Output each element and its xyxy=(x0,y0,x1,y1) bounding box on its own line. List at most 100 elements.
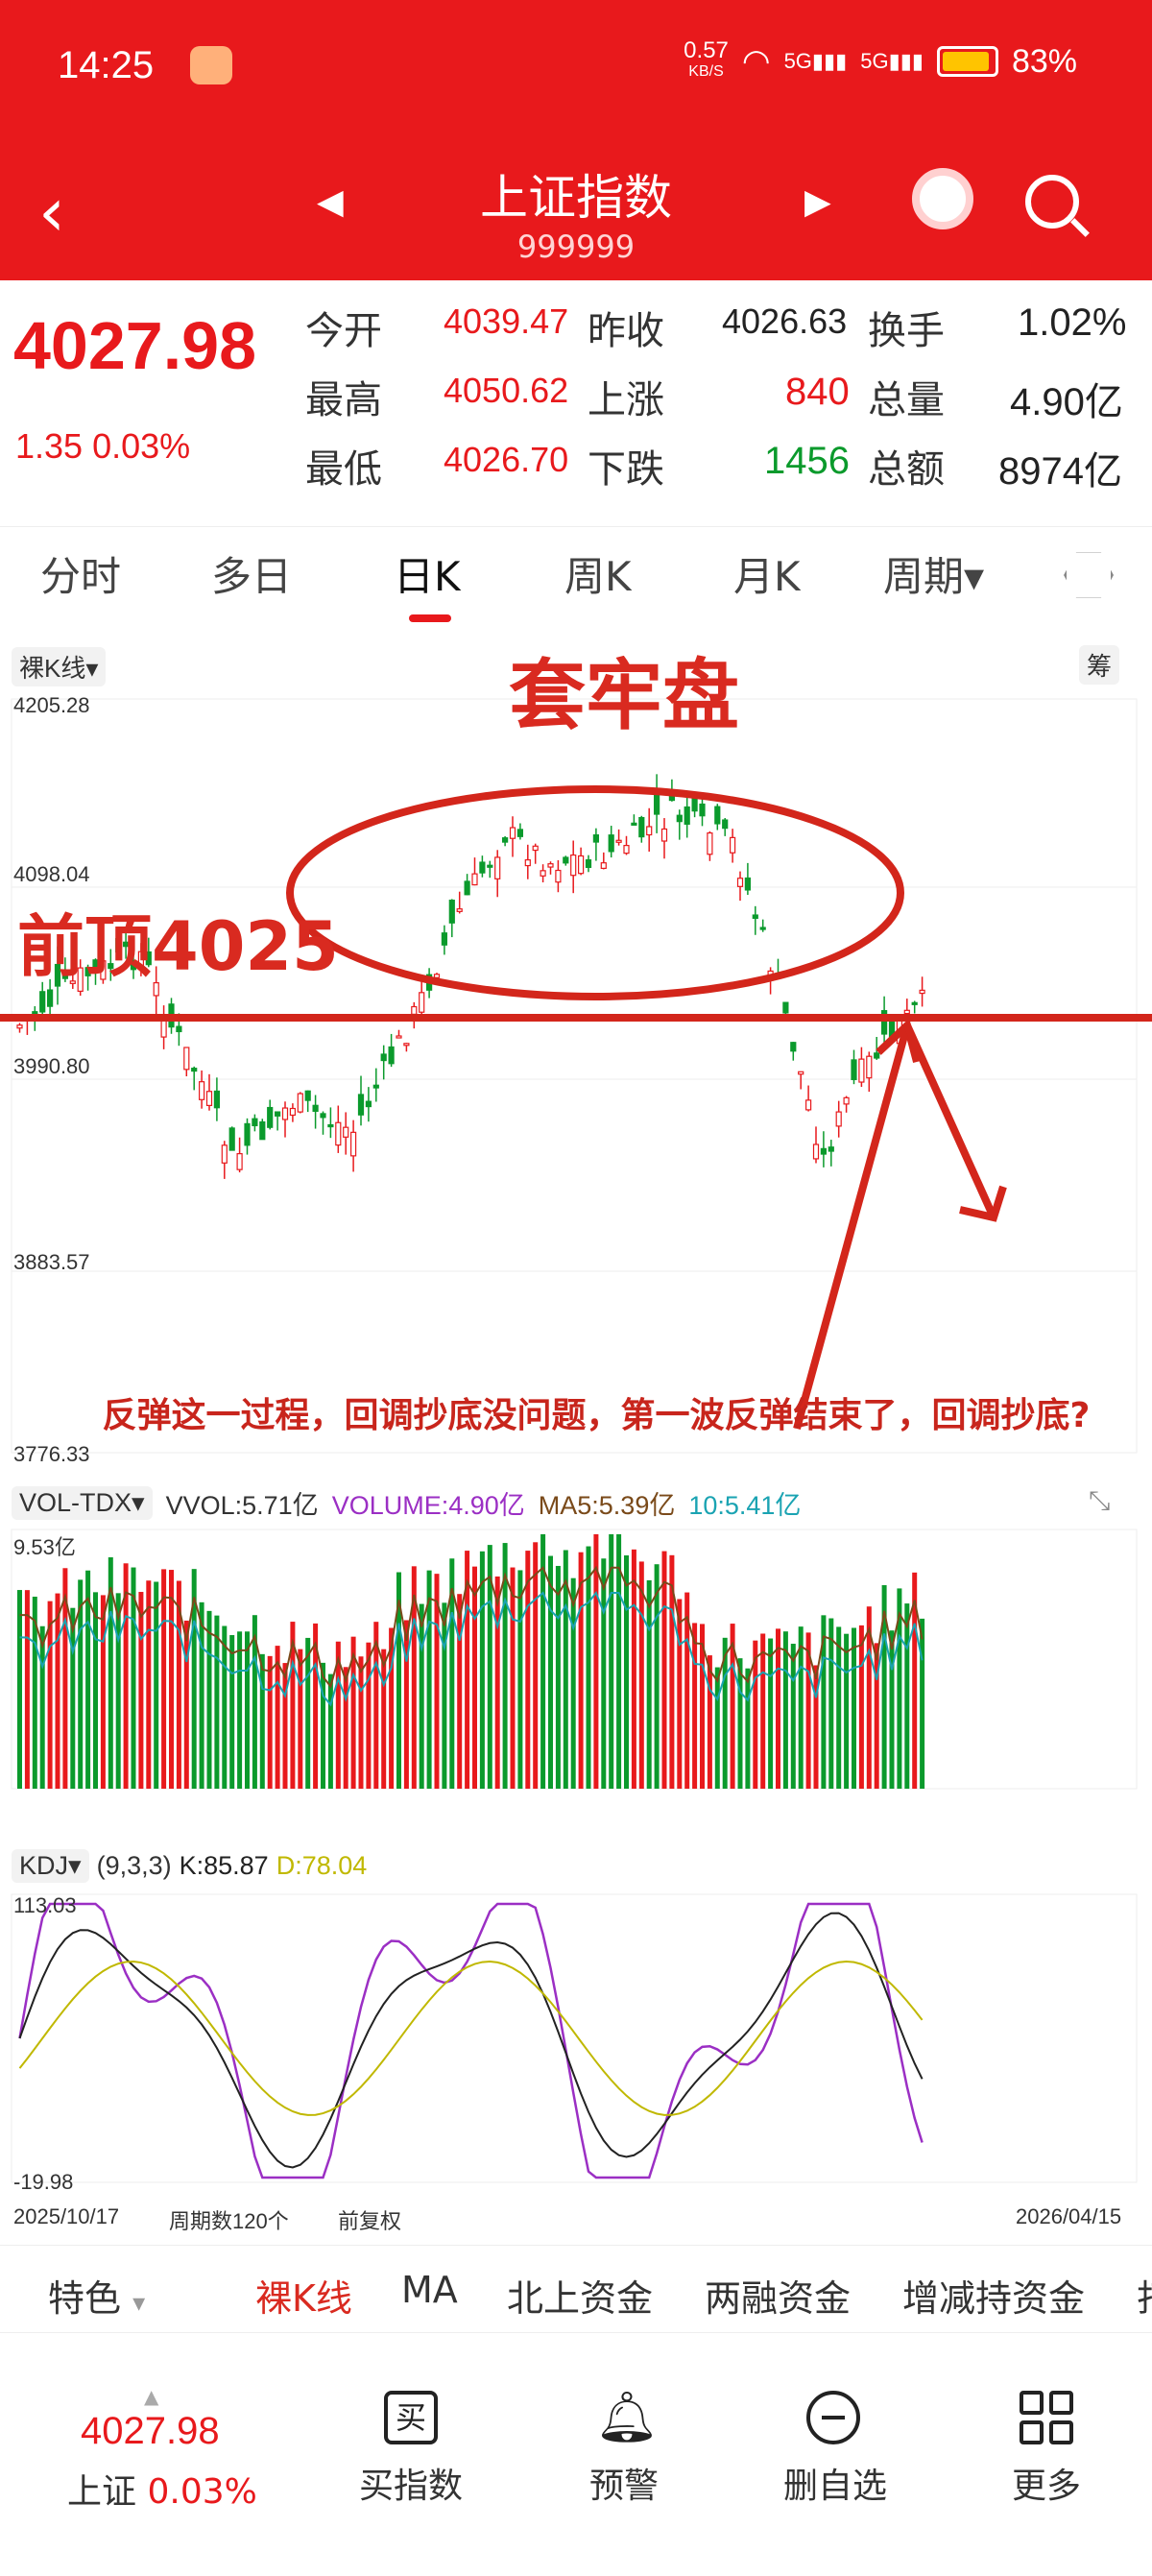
subtab-more-cut[interactable]: 打 xyxy=(1137,2269,1152,2322)
bottom-index-change[interactable]: 上证 0.03% xyxy=(67,2464,257,2514)
expand-icon[interactable]: ⤡ xyxy=(1089,1484,1110,1517)
candle-body xyxy=(820,1147,828,1155)
volume-bar xyxy=(836,1626,842,1789)
kdj-d-value: D:78.04 xyxy=(276,1851,368,1880)
volume-bar xyxy=(768,1638,774,1789)
app-notification-icon xyxy=(190,46,232,84)
candle-body xyxy=(312,1104,319,1113)
chip-button[interactable]: 筹 xyxy=(1079,645,1120,685)
candle-body xyxy=(441,932,447,946)
more-grid-icon[interactable] xyxy=(1020,2391,1073,2444)
volume-bar xyxy=(601,1558,607,1789)
high-value: 4050.62 xyxy=(444,371,569,410)
tab-multiday[interactable]: 多日 xyxy=(211,544,292,603)
quote-panel: 4027.98 1.35 0.03% 今开 4039.47 昨收 4026.63… xyxy=(0,280,1152,509)
subtab-feature[interactable]: 特色 ▾ xyxy=(48,2269,145,2322)
bell-icon[interactable]: 🔔︎ xyxy=(595,2391,659,2444)
volume-bar xyxy=(298,1649,303,1789)
kline-gridlines xyxy=(12,698,1137,1454)
vvol-value: VVOL:5.71亿 xyxy=(165,1491,319,1520)
next-stock-icon[interactable]: ▶ xyxy=(804,182,831,222)
battery-percent: 83% xyxy=(1011,42,1077,80)
candle-body xyxy=(46,989,54,1007)
candle-body xyxy=(289,1107,296,1117)
current-price: 4027.98 xyxy=(13,308,257,383)
prev-close-value: 4026.63 xyxy=(722,301,848,341)
subtab-naked-k[interactable]: 裸K线 xyxy=(255,2269,352,2322)
candle-body xyxy=(547,863,554,868)
candle-body xyxy=(804,1099,812,1111)
kdj-ymax-label: 113.03 xyxy=(13,1893,77,1917)
nav-bar: ‹ ◀ 上证指数 999999 ▶ xyxy=(0,144,1152,278)
subtab-margin[interactable]: 两融资金 xyxy=(705,2269,851,2322)
candle-body xyxy=(638,816,645,838)
tab-monthly-k[interactable]: 月K xyxy=(733,544,801,603)
volume-bar xyxy=(161,1569,167,1789)
settings-hex-icon[interactable] xyxy=(1064,552,1114,598)
pullback-arrow-down xyxy=(903,1023,997,1219)
candle-body xyxy=(911,1001,918,1005)
battery-icon xyxy=(936,46,998,77)
candle-body xyxy=(874,1052,880,1059)
remove-watchlist-button[interactable]: 删自选 xyxy=(758,2458,912,2508)
volume-bar xyxy=(760,1633,766,1789)
candle-body xyxy=(471,873,478,886)
buy-icon[interactable]: 买 xyxy=(384,2391,438,2444)
candle-body xyxy=(714,806,721,825)
volume-bar xyxy=(39,1625,45,1789)
subtab-ma[interactable]: MA xyxy=(401,2269,458,2311)
volume-bar xyxy=(517,1570,523,1789)
volume-bar xyxy=(889,1630,895,1789)
signal-5g-icon-2: 5G▮▮▮ xyxy=(860,49,924,73)
alert-button[interactable]: 预警 xyxy=(547,2458,701,2508)
kline-y4-label: 3883.57 xyxy=(13,1250,90,1274)
volume-bar xyxy=(70,1607,76,1789)
volume-bar xyxy=(776,1628,780,1789)
tab-weekly-k[interactable]: 周K xyxy=(564,544,632,603)
subtab-northbound[interactable]: 北上资金 xyxy=(507,2269,653,2322)
kline-mode-dropdown[interactable]: 裸K线▾ xyxy=(12,647,107,686)
volume-bar xyxy=(321,1662,325,1789)
search-icon[interactable] xyxy=(1025,175,1079,229)
candle-body xyxy=(448,900,455,924)
remove-watchlist-icon[interactable] xyxy=(806,2391,860,2444)
candle-body xyxy=(372,1084,379,1089)
more-button[interactable]: 更多 xyxy=(970,2458,1123,2508)
candle-body xyxy=(509,827,516,839)
candle-body xyxy=(851,1059,857,1081)
candle-body xyxy=(516,829,524,837)
candle-body xyxy=(646,826,653,836)
volume-indicator-dropdown[interactable]: VOL-TDX▾ xyxy=(12,1486,153,1520)
volume-bar xyxy=(267,1655,273,1789)
axis-end-date: 2026/04/15 xyxy=(1016,2204,1122,2228)
candle-body xyxy=(828,1146,834,1152)
bottom-price[interactable]: 4027.98 xyxy=(81,2410,220,2453)
candle-body xyxy=(866,1055,873,1079)
candle-body xyxy=(903,1009,910,1015)
volume-label: 总量 xyxy=(868,379,945,421)
volume-bar xyxy=(199,1601,204,1789)
kdj-indicator-dropdown[interactable]: KDJ▾ xyxy=(12,1849,89,1883)
volume-bar xyxy=(661,1551,667,1789)
subtab-holdings[interactable]: 增减持资金 xyxy=(902,2269,1085,2322)
tab-daily-k[interactable]: 日K xyxy=(394,544,461,622)
candle-body xyxy=(676,814,683,823)
candle-body xyxy=(16,1024,23,1029)
assistant-icon[interactable] xyxy=(912,168,973,229)
tab-period-menu[interactable]: 周期▾ xyxy=(883,544,984,603)
kdj-k-value: K:85.87 xyxy=(179,1851,269,1880)
expand-up-icon[interactable]: ▲ xyxy=(144,2385,158,2408)
candle-body xyxy=(350,1131,357,1157)
volume-bar xyxy=(419,1603,424,1789)
buy-index-button[interactable]: 买指数 xyxy=(334,2458,488,2508)
volume-bar xyxy=(282,1663,288,1789)
volume-bar xyxy=(327,1673,333,1789)
volume-bar xyxy=(570,1577,576,1789)
candle-body xyxy=(835,1111,842,1127)
volume-bar xyxy=(555,1565,561,1789)
volume-bar xyxy=(93,1592,98,1789)
candle-body xyxy=(524,859,531,867)
candle-body xyxy=(479,861,486,874)
candle-body xyxy=(183,1047,190,1071)
tab-intraday[interactable]: 分时 xyxy=(40,544,121,603)
